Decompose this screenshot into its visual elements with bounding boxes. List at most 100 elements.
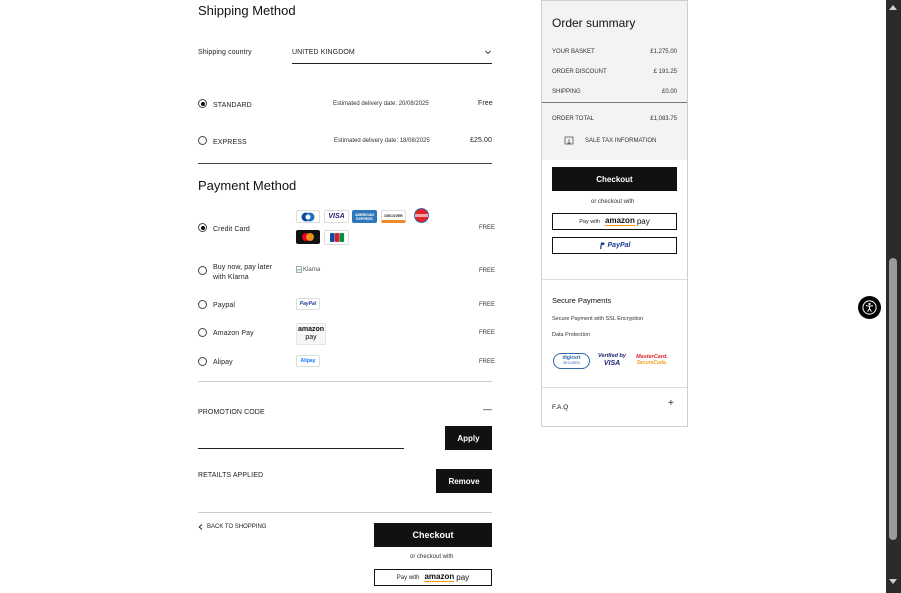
- shipping-country-select[interactable]: UNITED KINGDOM: [292, 44, 492, 64]
- paypal-label: PayPal: [607, 242, 631, 249]
- receipt-icon: [564, 136, 574, 145]
- payment-paypal-radio[interactable]: [198, 300, 207, 309]
- faq-row[interactable]: F.A.Q +: [542, 393, 687, 423]
- shipping-standard-label: STANDARD: [213, 102, 252, 109]
- payment-method-title: Payment Method: [198, 178, 297, 193]
- alipay-badge-logo: Alipay: [296, 355, 320, 367]
- promotion-applied-text: RETAILTS APPLIED: [198, 472, 264, 479]
- apply-button[interactable]: Apply: [445, 426, 492, 450]
- secure-line-ssl: Secure Payment with SSL Encryption: [552, 316, 644, 322]
- plus-icon[interactable]: +: [668, 398, 674, 409]
- amazon-word: amazon: [424, 572, 455, 582]
- summary-total-value: £1,083.75: [650, 116, 677, 122]
- securecode-word: SecureCode.: [636, 360, 668, 366]
- payment-klarna-label: Buy now, pay later with Klarna: [213, 264, 272, 281]
- promotion-code-input[interactable]: [198, 431, 404, 449]
- broken-image-icon: [296, 266, 302, 273]
- payment-alipay-radio[interactable]: [198, 357, 207, 366]
- shipping-method-title: Shipping Method: [198, 3, 296, 18]
- payment-klarna-radio[interactable]: [198, 266, 207, 275]
- jcb-logo: [324, 230, 349, 245]
- amazon-badge-pay: pay: [305, 334, 317, 341]
- payment-credit-card-radio[interactable]: [198, 223, 207, 232]
- amazon-badge-word: amazon: [297, 326, 325, 333]
- divider: [198, 163, 492, 164]
- summary-or-checkout-with: or checkout with: [591, 199, 635, 205]
- amex-logo: AMERICAN EXPRESS: [352, 210, 377, 223]
- payment-credit-card-label: Credit Card: [213, 226, 250, 233]
- amazon-pay-button-bottom[interactable]: Pay with amazon pay: [374, 569, 492, 586]
- shipping-standard-radio[interactable]: [198, 99, 207, 108]
- secure-line-data-protection: Data Protection: [552, 332, 590, 338]
- promotion-code-label: PROMOTION CODE: [198, 409, 265, 416]
- remove-button[interactable]: Remove: [436, 469, 492, 493]
- klarna-logo-broken: Klarna: [296, 266, 320, 273]
- divider: [198, 512, 492, 513]
- diners-club-logo: [296, 210, 320, 223]
- summary-discount-label: ORDER DISCOUNT: [552, 69, 607, 75]
- paypal-badge-logo: PayPal: [296, 298, 320, 310]
- amazon-pay-with-text: Pay with: [579, 218, 601, 225]
- payment-credit-card-price: FREE: [479, 225, 496, 231]
- scrollbar-thumb[interactable]: [889, 258, 897, 540]
- visa-word: VISA: [603, 360, 621, 367]
- amazon-pay-button-summary[interactable]: Pay with amazon pay: [552, 213, 677, 230]
- klarna-logo-alt: Klarna: [303, 266, 321, 273]
- accessibility-icon[interactable]: [858, 296, 881, 319]
- back-to-shopping-link[interactable]: BACK TO SHOPPING: [198, 524, 266, 530]
- divider: [542, 102, 687, 103]
- chevron-left-icon: [198, 524, 203, 530]
- shipping-country-label: Shipping country: [198, 49, 252, 56]
- payment-amazon-pay-label: Amazon Pay: [213, 330, 254, 337]
- shipping-express-price: £25.00: [470, 137, 493, 144]
- shipping-country-value: UNITED KINGDOM: [292, 49, 355, 56]
- shipping-express-radio[interactable]: [198, 136, 207, 145]
- verified-by-word: Verified by: [598, 353, 626, 359]
- sale-tax-information-label: SALE TAX INFORMATION: [585, 138, 657, 144]
- divider: [198, 381, 492, 382]
- shipping-standard-price: Free: [478, 100, 493, 107]
- payment-paypal-label: Paypal: [213, 302, 236, 309]
- summary-discount-value: £ 191.25: [653, 69, 677, 75]
- shipping-standard-estimate: Estimated delivery date: 20/08/2025: [333, 101, 429, 107]
- amazon-word: amazon: [605, 216, 635, 226]
- amazon-pay-with-text: Pay with: [396, 574, 420, 581]
- divider: [542, 279, 687, 280]
- visa-logo: VISA: [324, 210, 349, 223]
- maestro-logo: [409, 208, 434, 223]
- shipping-express-estimate: Estimated delivery date: 18/08/2025: [334, 138, 430, 144]
- order-summary-panel: Order summary YOUR BASKET £1,275.00 ORDE…: [541, 0, 688, 427]
- amazon-pay-word: pay: [456, 573, 470, 582]
- paypal-button-summary[interactable]: PayPal: [552, 237, 677, 254]
- summary-basket-label: YOUR BASKET: [552, 49, 595, 55]
- order-summary-title: Order summary: [552, 16, 636, 30]
- payment-alipay-label: Alipay: [213, 359, 233, 366]
- mastercard-securecode-badge: MasterCard. SecureCode.: [634, 354, 670, 370]
- digicert-secured-word: SECURED: [562, 361, 581, 365]
- mastercard-logo: [296, 230, 320, 244]
- divider: [542, 387, 687, 388]
- checkout-button-summary[interactable]: Checkout: [552, 167, 677, 191]
- sale-tax-information-link[interactable]: SALE TAX INFORMATION: [564, 136, 656, 146]
- verified-by-visa-badge: Verified by VISA: [594, 353, 630, 371]
- summary-shipping-label: SHIPPING: [552, 89, 581, 95]
- payment-klarna-price: FREE: [479, 268, 496, 274]
- secure-payments-title: Secure Payments: [552, 296, 612, 305]
- amazon-pay-word: pay: [636, 217, 650, 226]
- promotion-collapse-toggle[interactable]: —: [483, 404, 492, 414]
- checkout-button-bottom[interactable]: Checkout: [374, 523, 492, 547]
- summary-total-label: ORDER TOTAL: [552, 116, 595, 122]
- scroll-up-arrow-icon[interactable]: [889, 5, 897, 10]
- faq-label: F.A.Q: [552, 404, 569, 411]
- scroll-down-arrow-icon[interactable]: [889, 579, 897, 584]
- chevron-down-icon: [485, 50, 491, 55]
- summary-basket-value: £1,275.00: [650, 49, 677, 55]
- amazon-pay-badge-logo: amazon pay: [296, 323, 326, 345]
- payment-alipay-price: FREE: [479, 359, 496, 365]
- digicert-secured-badge: digicert SECURED: [553, 353, 590, 369]
- back-to-shopping-label: BACK TO SHOPPING: [207, 524, 267, 530]
- payment-amazon-pay-radio[interactable]: [198, 328, 207, 337]
- payment-paypal-price: FREE: [479, 302, 496, 308]
- discover-logo: DISCOVER: [381, 210, 406, 223]
- or-checkout-with-text: or checkout with: [410, 554, 454, 560]
